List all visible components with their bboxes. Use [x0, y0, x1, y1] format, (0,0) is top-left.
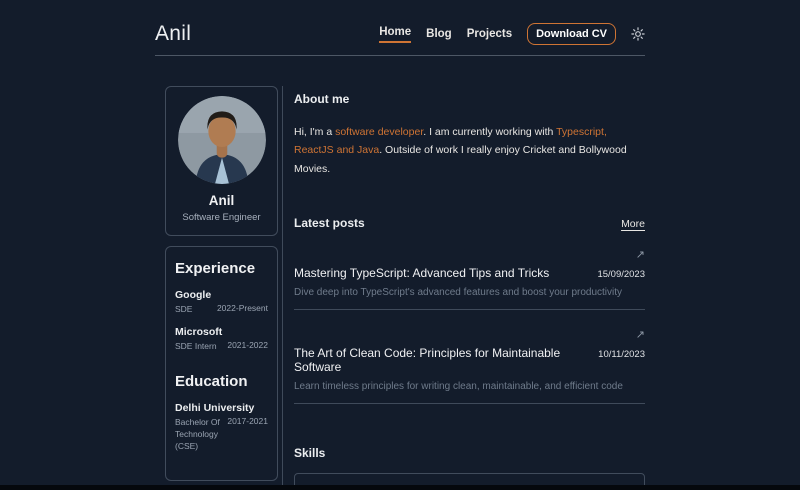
- nav-item-projects[interactable]: Projects: [467, 28, 512, 40]
- resume-card: Experience Google SDE 2022-Present Micro…: [165, 246, 278, 481]
- post-title[interactable]: The Art of Clean Code: Principles for Ma…: [294, 346, 588, 374]
- education-period: 2017-2021: [227, 416, 268, 426]
- education-heading: Education: [175, 373, 268, 390]
- education-entry: Delhi University Bachelor Of Technology …: [175, 402, 268, 453]
- external-arrow-icon: ↗: [294, 330, 645, 341]
- site-header: Anil Home Blog Projects Download CV: [155, 0, 645, 56]
- experience-role: SDE Intern: [175, 340, 217, 352]
- software-developer-link[interactable]: software developer: [335, 126, 423, 138]
- window-bottom-edge: [0, 485, 800, 490]
- download-cv-button[interactable]: Download CV: [527, 23, 616, 45]
- posts-header: Latest posts More: [294, 216, 645, 230]
- nav-item-home[interactable]: Home: [379, 26, 411, 43]
- post-description: Learn timeless principles for writing cl…: [294, 381, 645, 392]
- main-nav: Home Blog Projects Download CV: [379, 23, 645, 45]
- about-paragraph: Hi, I'm a software developer. I am curre…: [294, 123, 645, 178]
- post-description: Dive deep into TypeScript's advanced fea…: [294, 287, 645, 298]
- site-logo[interactable]: Anil: [155, 22, 191, 46]
- theme-toggle-button[interactable]: [631, 27, 645, 41]
- more-posts-link[interactable]: More: [621, 218, 645, 230]
- education-school: Delhi University: [175, 402, 268, 414]
- profile-card: Anil Software Engineer: [165, 86, 278, 236]
- experience-entry: Microsoft SDE Intern 2021-2022: [175, 326, 268, 352]
- post-item[interactable]: ↗ The Art of Clean Code: Principles for …: [294, 330, 645, 404]
- post-item[interactable]: ↗ Mastering TypeScript: Advanced Tips an…: [294, 250, 645, 310]
- experience-heading: Experience: [175, 260, 268, 277]
- about-text-segment: . I am currently working with: [423, 126, 556, 138]
- experience-period: 2021-2022: [227, 340, 268, 350]
- skills-heading: Skills: [294, 446, 645, 460]
- profile-photo: [178, 96, 266, 184]
- experience-company: Google: [175, 289, 268, 301]
- experience-company: Microsoft: [175, 326, 268, 338]
- profile-name: Anil: [172, 193, 271, 208]
- profile-job-title: Software Engineer: [172, 212, 271, 223]
- main-layout: Anil Software Engineer Experience Google…: [155, 86, 645, 490]
- nav-item-blog[interactable]: Blog: [426, 28, 452, 40]
- latest-posts-heading: Latest posts: [294, 216, 365, 230]
- about-heading: About me: [294, 92, 645, 106]
- post-date: 10/11/2023: [598, 349, 645, 360]
- main-content: About me Hi, I'm a software developer. I…: [282, 86, 645, 490]
- experience-period: 2022-Present: [217, 303, 268, 313]
- sun-icon: [631, 27, 645, 41]
- post-title[interactable]: Mastering TypeScript: Advanced Tips and …: [294, 266, 549, 280]
- external-arrow-icon: ↗: [294, 250, 645, 261]
- experience-role: SDE: [175, 303, 192, 315]
- page-container: Anil Home Blog Projects Download CV: [155, 0, 645, 490]
- post-date: 15/09/2023: [597, 269, 645, 280]
- about-text-segment: Hi, I'm a: [294, 126, 335, 138]
- education-degree: Bachelor Of Technology (CSE): [175, 416, 227, 453]
- experience-entry: Google SDE 2022-Present: [175, 289, 268, 315]
- sidebar: Anil Software Engineer Experience Google…: [155, 86, 282, 490]
